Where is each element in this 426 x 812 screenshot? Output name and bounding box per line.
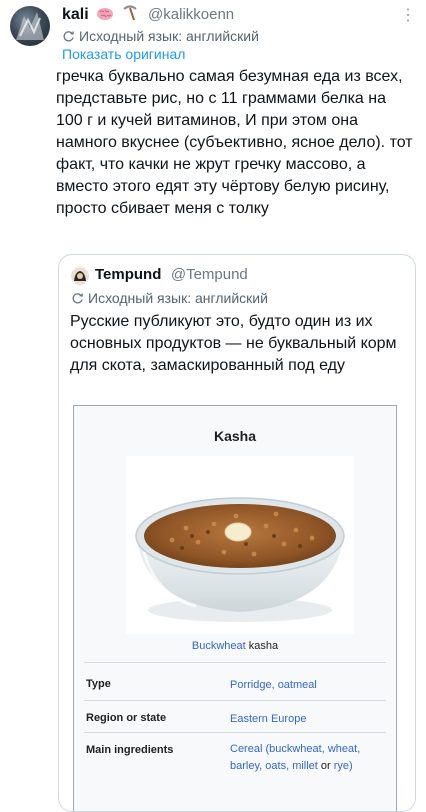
translate-icon xyxy=(62,30,75,46)
author-handle[interactable]: @kalikkoenn xyxy=(148,6,234,23)
quote-header: Tempund @Tempund xyxy=(95,266,248,284)
caption-text: kasha xyxy=(245,640,279,652)
row-label-type: Type xyxy=(86,678,111,690)
row-value-ingredients: Cereal (buckwheat, wheat, barley, oats, … xyxy=(230,741,380,775)
more-icon[interactable]: ⋮ xyxy=(400,5,416,25)
ingredient-text[interactable]: , wheat xyxy=(322,743,357,755)
row-label-ingredients: Main ingredients xyxy=(86,744,174,756)
image-caption: Buckwheat kasha xyxy=(74,640,396,652)
ingredient-link[interactable]: oats xyxy=(265,760,286,772)
ingredient-text: , xyxy=(357,743,361,755)
brain-emoji-icon xyxy=(96,7,114,26)
quote-avatar xyxy=(71,267,89,285)
tweet-header: kali @kalikkoenn ⋮ xyxy=(62,5,416,27)
wiki-infobox: Kasha Buckwheat kasha Type Porridge, oat… xyxy=(73,405,397,811)
translate-icon xyxy=(71,292,84,308)
ingredient-link[interactable]: barley xyxy=(230,760,259,772)
row-label-region: Region or state xyxy=(86,712,167,724)
quoted-tweet[interactable]: Tempund @Tempund Исходный язык: английск… xyxy=(58,254,416,812)
ingredient-text[interactable]: , millet xyxy=(286,760,318,772)
kasha-bowl-image xyxy=(126,456,354,634)
row-value-region[interactable]: Eastern Europe xyxy=(230,711,380,728)
infobox-title: Kasha xyxy=(213,428,257,444)
avatar[interactable] xyxy=(10,6,50,46)
quote-author-name[interactable]: Tempund xyxy=(95,266,161,283)
divider xyxy=(84,700,386,701)
row-value-type[interactable]: Porridge, oatmeal xyxy=(230,677,380,694)
quote-author-handle[interactable]: @Tempund xyxy=(171,266,248,283)
ingredient-text: ) xyxy=(349,760,353,772)
translation-note: Исходный язык: английский xyxy=(62,28,259,46)
divider xyxy=(84,732,386,733)
caption-link[interactable]: Buckwheat xyxy=(192,640,246,652)
tweet-text: гречка буквально самая безумная еда из в… xyxy=(56,68,413,217)
quote-translation-text: Исходный язык: английский xyxy=(88,290,268,306)
translation-note-text: Исходный язык: английский xyxy=(79,28,259,44)
pickaxe-emoji-icon xyxy=(122,5,138,26)
ingredient-link[interactable]: buckwheat xyxy=(269,743,322,755)
quote-text: Русские публикуют это, будто один из их … xyxy=(70,313,397,374)
ingredient-text: or xyxy=(317,760,334,772)
ingredient-link[interactable]: rye xyxy=(334,760,349,772)
divider xyxy=(84,662,386,663)
author-name[interactable]: kali xyxy=(62,6,89,23)
ingredient-text[interactable]: Cereal ( xyxy=(230,743,269,755)
show-original-link[interactable]: Показать оригинал xyxy=(62,46,185,62)
quote-translation-note: Исходный язык: английский xyxy=(71,290,268,308)
